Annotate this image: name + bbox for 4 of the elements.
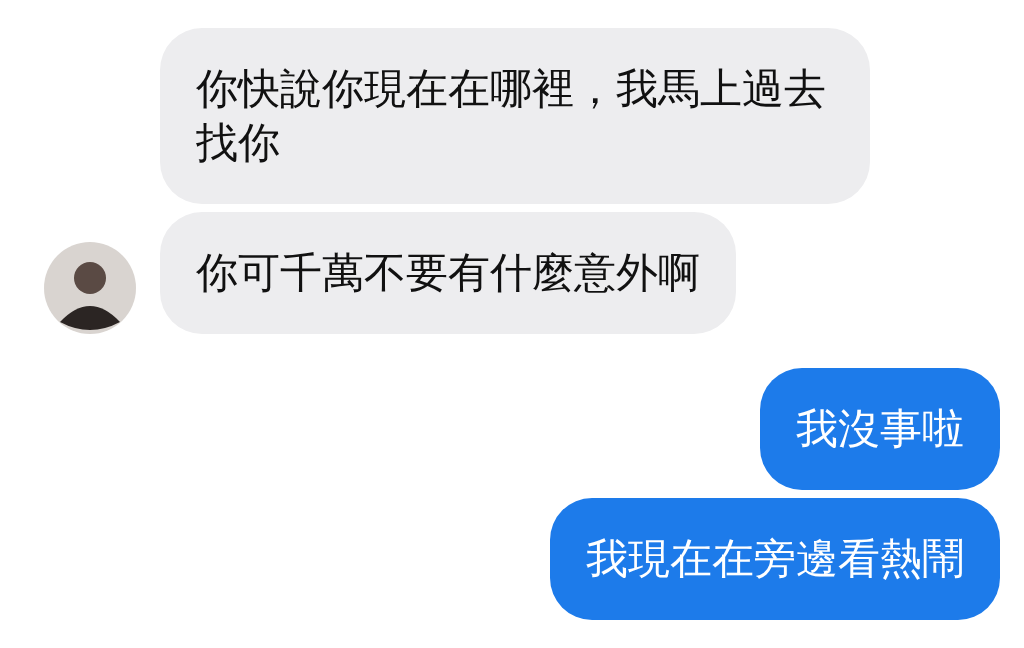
message-bubble: 我現在在旁邊看熱鬧	[550, 498, 1000, 620]
message-bubble: 你可千萬不要有什麼意外啊	[160, 212, 736, 334]
message-bubble: 你快說你現在在哪裡，我馬上過去找你	[160, 28, 871, 204]
message-bubble: 我沒事啦	[760, 368, 1000, 490]
